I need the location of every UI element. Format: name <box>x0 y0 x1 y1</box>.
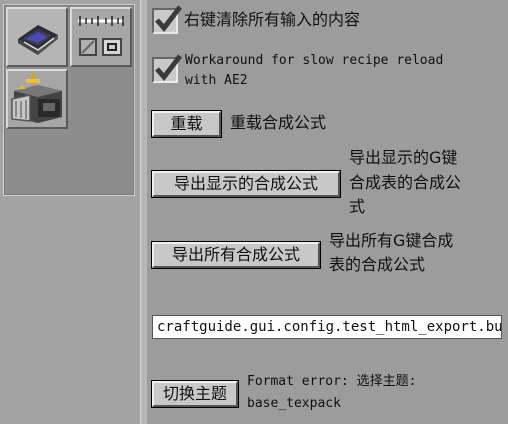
switch-theme-button[interactable]: 切换主题 <box>151 380 239 408</box>
tab-panel <box>3 4 135 196</box>
export-shown-button[interactable]: 导出显示的合成公式 <box>151 170 341 198</box>
config-tab[interactable] <box>70 7 132 67</box>
export-shown-label-line1: 导出显示的G键 <box>349 148 458 167</box>
machine-tab[interactable] <box>6 69 68 129</box>
slow-reload-workaround-checkbox[interactable] <box>152 54 182 83</box>
slow-reload-workaround-label-line1: Workaround for slow recipe reload <box>185 53 444 68</box>
book-icon <box>18 25 58 55</box>
theme-label-line1: Format error: 选择主题: <box>247 374 417 389</box>
settings-panel: 右键清除所有输入的内容 Workaround for slow recipe r… <box>147 0 508 424</box>
slow-reload-workaround-label-line2: with AE2 <box>185 73 248 88</box>
checkmark-icon <box>155 54 182 81</box>
theme-label-line2: base_texpack <box>247 396 341 411</box>
machine-icon <box>11 73 62 123</box>
slider-controls-icon <box>78 16 124 56</box>
reload-label: 重载合成公式 <box>230 113 327 132</box>
right-click-clear-checkbox[interactable] <box>152 5 182 34</box>
reload-button[interactable]: 重载 <box>151 110 222 138</box>
export-all-label-line1: 导出所有G键合成 <box>329 231 454 250</box>
export-all-label-line2: 表的合成公式 <box>329 255 426 274</box>
export-all-button[interactable]: 导出所有合成公式 <box>151 241 321 269</box>
right-click-clear-label: 右键清除所有输入的内容 <box>184 10 361 29</box>
export-shown-label-line2: 合成表的合成公 <box>349 173 462 192</box>
export-shown-label-line3: 式 <box>349 197 366 216</box>
recipe-book-tab[interactable] <box>6 7 68 67</box>
checkmark-icon <box>155 5 182 32</box>
html-export-field[interactable]: craftguide.gui.config.test_html_export.b… <box>152 315 502 339</box>
